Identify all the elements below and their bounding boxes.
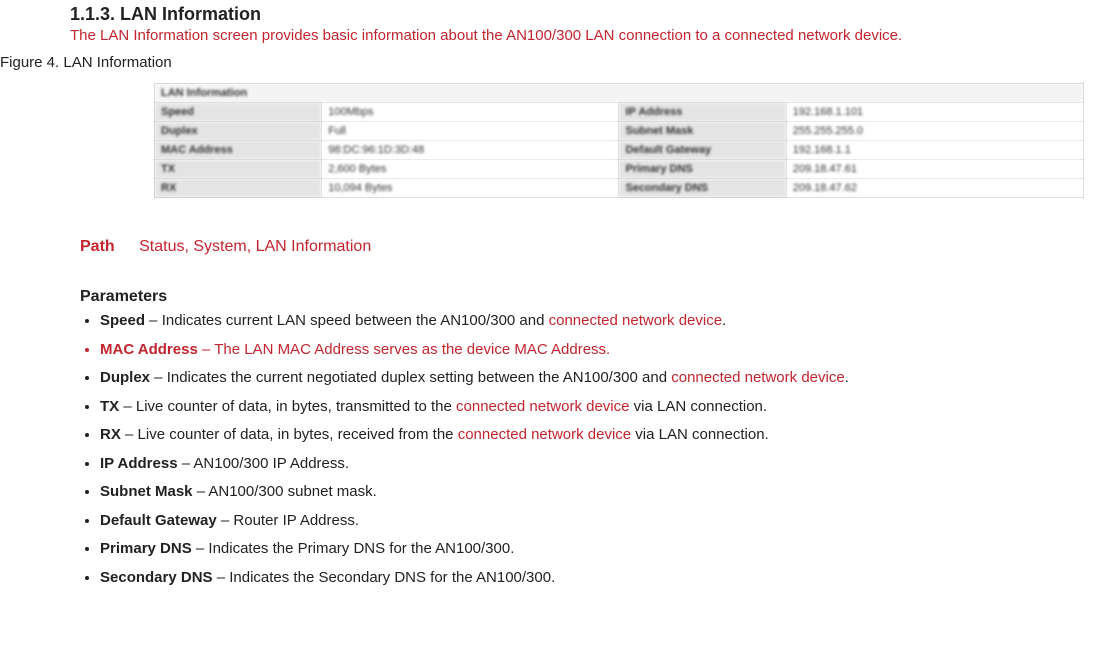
param-mac: MAC Address – The LAN MAC Address serves… <box>100 340 1110 360</box>
param-sdns: Secondary DNS – Indicates the Secondary … <box>100 568 1110 588</box>
param-subnet: Subnet Mask – AN100/300 subnet mask. <box>100 482 1110 502</box>
section-heading: 1.1.3. LAN Information <box>70 4 1110 25</box>
parameters-list: Speed – Indicates current LAN speed betw… <box>80 311 1110 587</box>
table-row: RX10,094 Bytes Secondary DNS209.18.47.62 <box>155 179 1084 198</box>
param-rx: RX – Live counter of data, in bytes, rec… <box>100 425 1110 445</box>
param-duplex: Duplex – Indicates the current negotiate… <box>100 368 1110 388</box>
table-row: Speed100Mbps IP Address192.168.1.101 <box>155 103 1084 122</box>
figure-caption: Figure 4. LAN Information <box>0 54 1110 71</box>
figure-screenshot: LAN Information Speed100Mbps IP Address1… <box>24 83 1084 198</box>
table-row: TX2,600 Bytes Primary DNS209.18.47.61 <box>155 160 1084 179</box>
param-tx: TX – Live counter of data, in bytes, tra… <box>100 397 1110 417</box>
param-ip: IP Address – AN100/300 IP Address. <box>100 454 1110 474</box>
param-speed: Speed – Indicates current LAN speed betw… <box>100 311 1110 331</box>
param-gateway: Default Gateway – Router IP Address. <box>100 511 1110 531</box>
path-value: Status, System, LAN Information <box>139 238 371 255</box>
parameters-heading: Parameters <box>80 288 1110 306</box>
table-row: MAC Address98:DC:96:1D:3D:48 Default Gat… <box>155 141 1084 160</box>
table-title: LAN Information <box>155 84 1084 103</box>
path-label: Path <box>80 238 115 255</box>
param-pdns: Primary DNS – Indicates the Primary DNS … <box>100 539 1110 559</box>
table-row: DuplexFull Subnet Mask255.255.255.0 <box>155 122 1084 141</box>
lan-info-table: LAN Information Speed100Mbps IP Address1… <box>154 83 1084 198</box>
path-line: Path Status, System, LAN Information <box>80 238 1110 256</box>
screenshot-sidebar <box>24 83 134 193</box>
section-summary: The LAN Information screen provides basi… <box>70 27 1110 44</box>
